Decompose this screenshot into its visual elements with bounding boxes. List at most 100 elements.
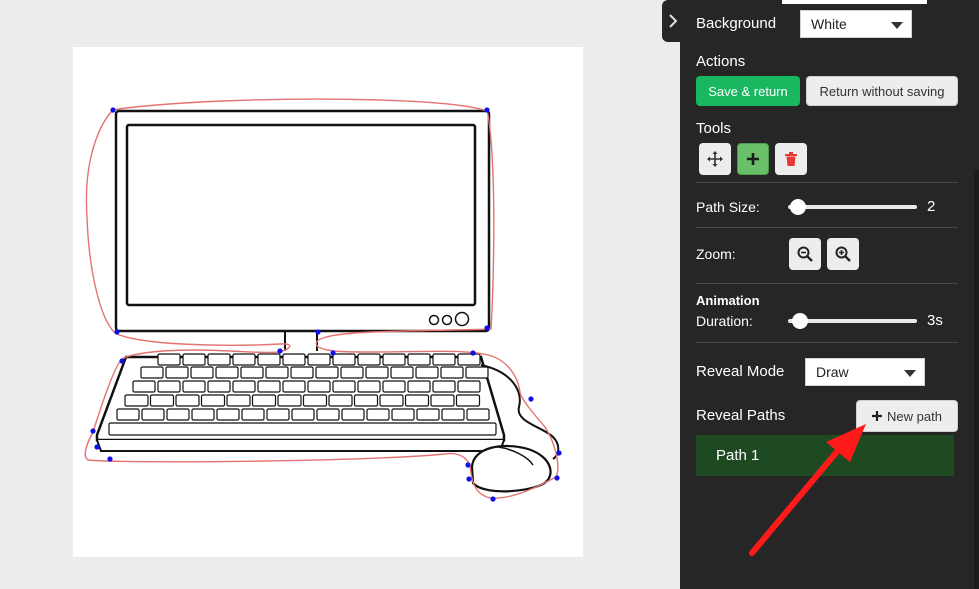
delete-tool-button[interactable] bbox=[775, 143, 807, 175]
chevron-right-icon bbox=[669, 14, 678, 28]
keyboard-key bbox=[282, 353, 306, 366]
keyboard-key bbox=[404, 394, 430, 407]
collapse-panel-button[interactable] bbox=[662, 0, 684, 42]
keyboard-key bbox=[149, 394, 175, 407]
tools-label: Tools bbox=[696, 120, 732, 137]
control-point[interactable] bbox=[484, 107, 490, 113]
keyboard-key bbox=[200, 394, 226, 407]
background-select[interactable]: White bbox=[800, 10, 912, 38]
keyboard-key bbox=[266, 408, 290, 421]
keyboard-key bbox=[455, 394, 481, 407]
animation-duration-slider[interactable] bbox=[788, 313, 917, 329]
zoom-label: Zoom: bbox=[696, 246, 736, 262]
slider-thumb[interactable] bbox=[791, 313, 808, 329]
keyboard-key bbox=[407, 353, 431, 366]
top-input-edge bbox=[782, 0, 927, 4]
drawing-canvas[interactable] bbox=[73, 47, 583, 557]
control-point[interactable] bbox=[490, 496, 496, 502]
keyboard-key bbox=[132, 380, 156, 393]
move-tool-button[interactable] bbox=[699, 143, 731, 175]
keyboard-key bbox=[382, 353, 406, 366]
divider bbox=[696, 227, 958, 228]
keyboard-key bbox=[157, 353, 181, 366]
keyboard-key bbox=[165, 366, 189, 379]
keyboard-key bbox=[357, 380, 381, 393]
path-list-item[interactable]: Path 1 bbox=[696, 435, 954, 476]
slider-thumb[interactable] bbox=[790, 199, 807, 215]
move-icon bbox=[707, 151, 723, 167]
keyboard-key bbox=[457, 353, 481, 366]
path-item-label: Path 1 bbox=[716, 447, 760, 464]
keyboard-key bbox=[332, 380, 356, 393]
keyboard-key bbox=[432, 353, 456, 366]
panel-scrollbar[interactable] bbox=[974, 170, 979, 589]
control-point[interactable] bbox=[114, 329, 120, 335]
keyboard-key bbox=[315, 366, 339, 379]
save-return-button[interactable]: Save & return bbox=[696, 76, 800, 106]
control-point[interactable] bbox=[119, 358, 125, 364]
keyboard bbox=[95, 353, 506, 452]
caret-down-icon bbox=[904, 370, 916, 377]
control-point[interactable] bbox=[470, 350, 476, 356]
drawing-board[interactable] bbox=[73, 47, 583, 557]
keyboard-key bbox=[307, 380, 331, 393]
keyboard-key bbox=[182, 353, 206, 366]
add-point-icon bbox=[747, 153, 759, 165]
keyboard-key bbox=[190, 366, 214, 379]
control-point[interactable] bbox=[94, 444, 100, 450]
keyboard-key bbox=[251, 394, 277, 407]
keyboard-key bbox=[416, 408, 440, 421]
duration-label: Duration: bbox=[696, 313, 753, 329]
control-point[interactable] bbox=[465, 462, 471, 468]
control-point[interactable] bbox=[90, 428, 96, 434]
keyboard-key bbox=[407, 380, 431, 393]
control-point[interactable] bbox=[330, 350, 336, 356]
keyboard-key bbox=[216, 408, 240, 421]
keyboard-key bbox=[182, 380, 206, 393]
keyboard-key bbox=[277, 394, 302, 407]
control-point[interactable] bbox=[484, 325, 490, 331]
animation-label: Animation bbox=[696, 293, 760, 308]
keyboard-key bbox=[265, 366, 289, 379]
keyboard-key bbox=[116, 408, 140, 421]
keyboard-key bbox=[366, 408, 390, 421]
keyboard-key bbox=[257, 353, 281, 366]
keyboard-key bbox=[207, 353, 231, 366]
keyboard-key bbox=[291, 408, 315, 421]
return-without-saving-button[interactable]: Return without saving bbox=[806, 76, 958, 106]
add-point-tool-button[interactable] bbox=[737, 143, 769, 175]
divider bbox=[696, 283, 958, 284]
keyboard-key bbox=[430, 394, 455, 407]
control-point[interactable] bbox=[466, 476, 472, 482]
control-point[interactable] bbox=[528, 396, 534, 402]
reveal-mode-select[interactable]: Draw bbox=[805, 358, 925, 386]
control-point[interactable] bbox=[277, 348, 283, 354]
keyboard-key bbox=[240, 366, 264, 379]
path-size-slider[interactable] bbox=[788, 199, 917, 215]
keyboard-key bbox=[226, 394, 251, 407]
zoom-in-button[interactable] bbox=[827, 238, 859, 270]
control-point[interactable] bbox=[556, 450, 562, 456]
caret-down-icon bbox=[891, 22, 903, 29]
reveal-mode-label: Reveal Mode bbox=[696, 363, 785, 380]
keyboard-key bbox=[466, 408, 490, 421]
keyboard-key bbox=[232, 380, 256, 393]
control-point[interactable] bbox=[110, 107, 116, 113]
control-point[interactable] bbox=[554, 475, 560, 481]
keyboard-key bbox=[441, 408, 465, 421]
keyboard-key bbox=[457, 380, 481, 393]
keyboard-key bbox=[207, 380, 231, 393]
keyboard-key bbox=[391, 408, 415, 421]
keyboard-key bbox=[390, 366, 414, 379]
keyboard-key bbox=[157, 380, 181, 393]
zoom-out-icon bbox=[797, 246, 813, 262]
control-point[interactable] bbox=[107, 456, 113, 462]
zoom-out-button[interactable] bbox=[789, 238, 821, 270]
new-path-button[interactable]: New path bbox=[856, 400, 958, 432]
plus-icon bbox=[872, 411, 883, 421]
path-size-value: 2 bbox=[927, 198, 936, 215]
divider bbox=[696, 182, 958, 183]
keyboard-key bbox=[432, 380, 456, 393]
actions-label: Actions bbox=[696, 53, 746, 70]
control-point[interactable] bbox=[315, 329, 321, 335]
